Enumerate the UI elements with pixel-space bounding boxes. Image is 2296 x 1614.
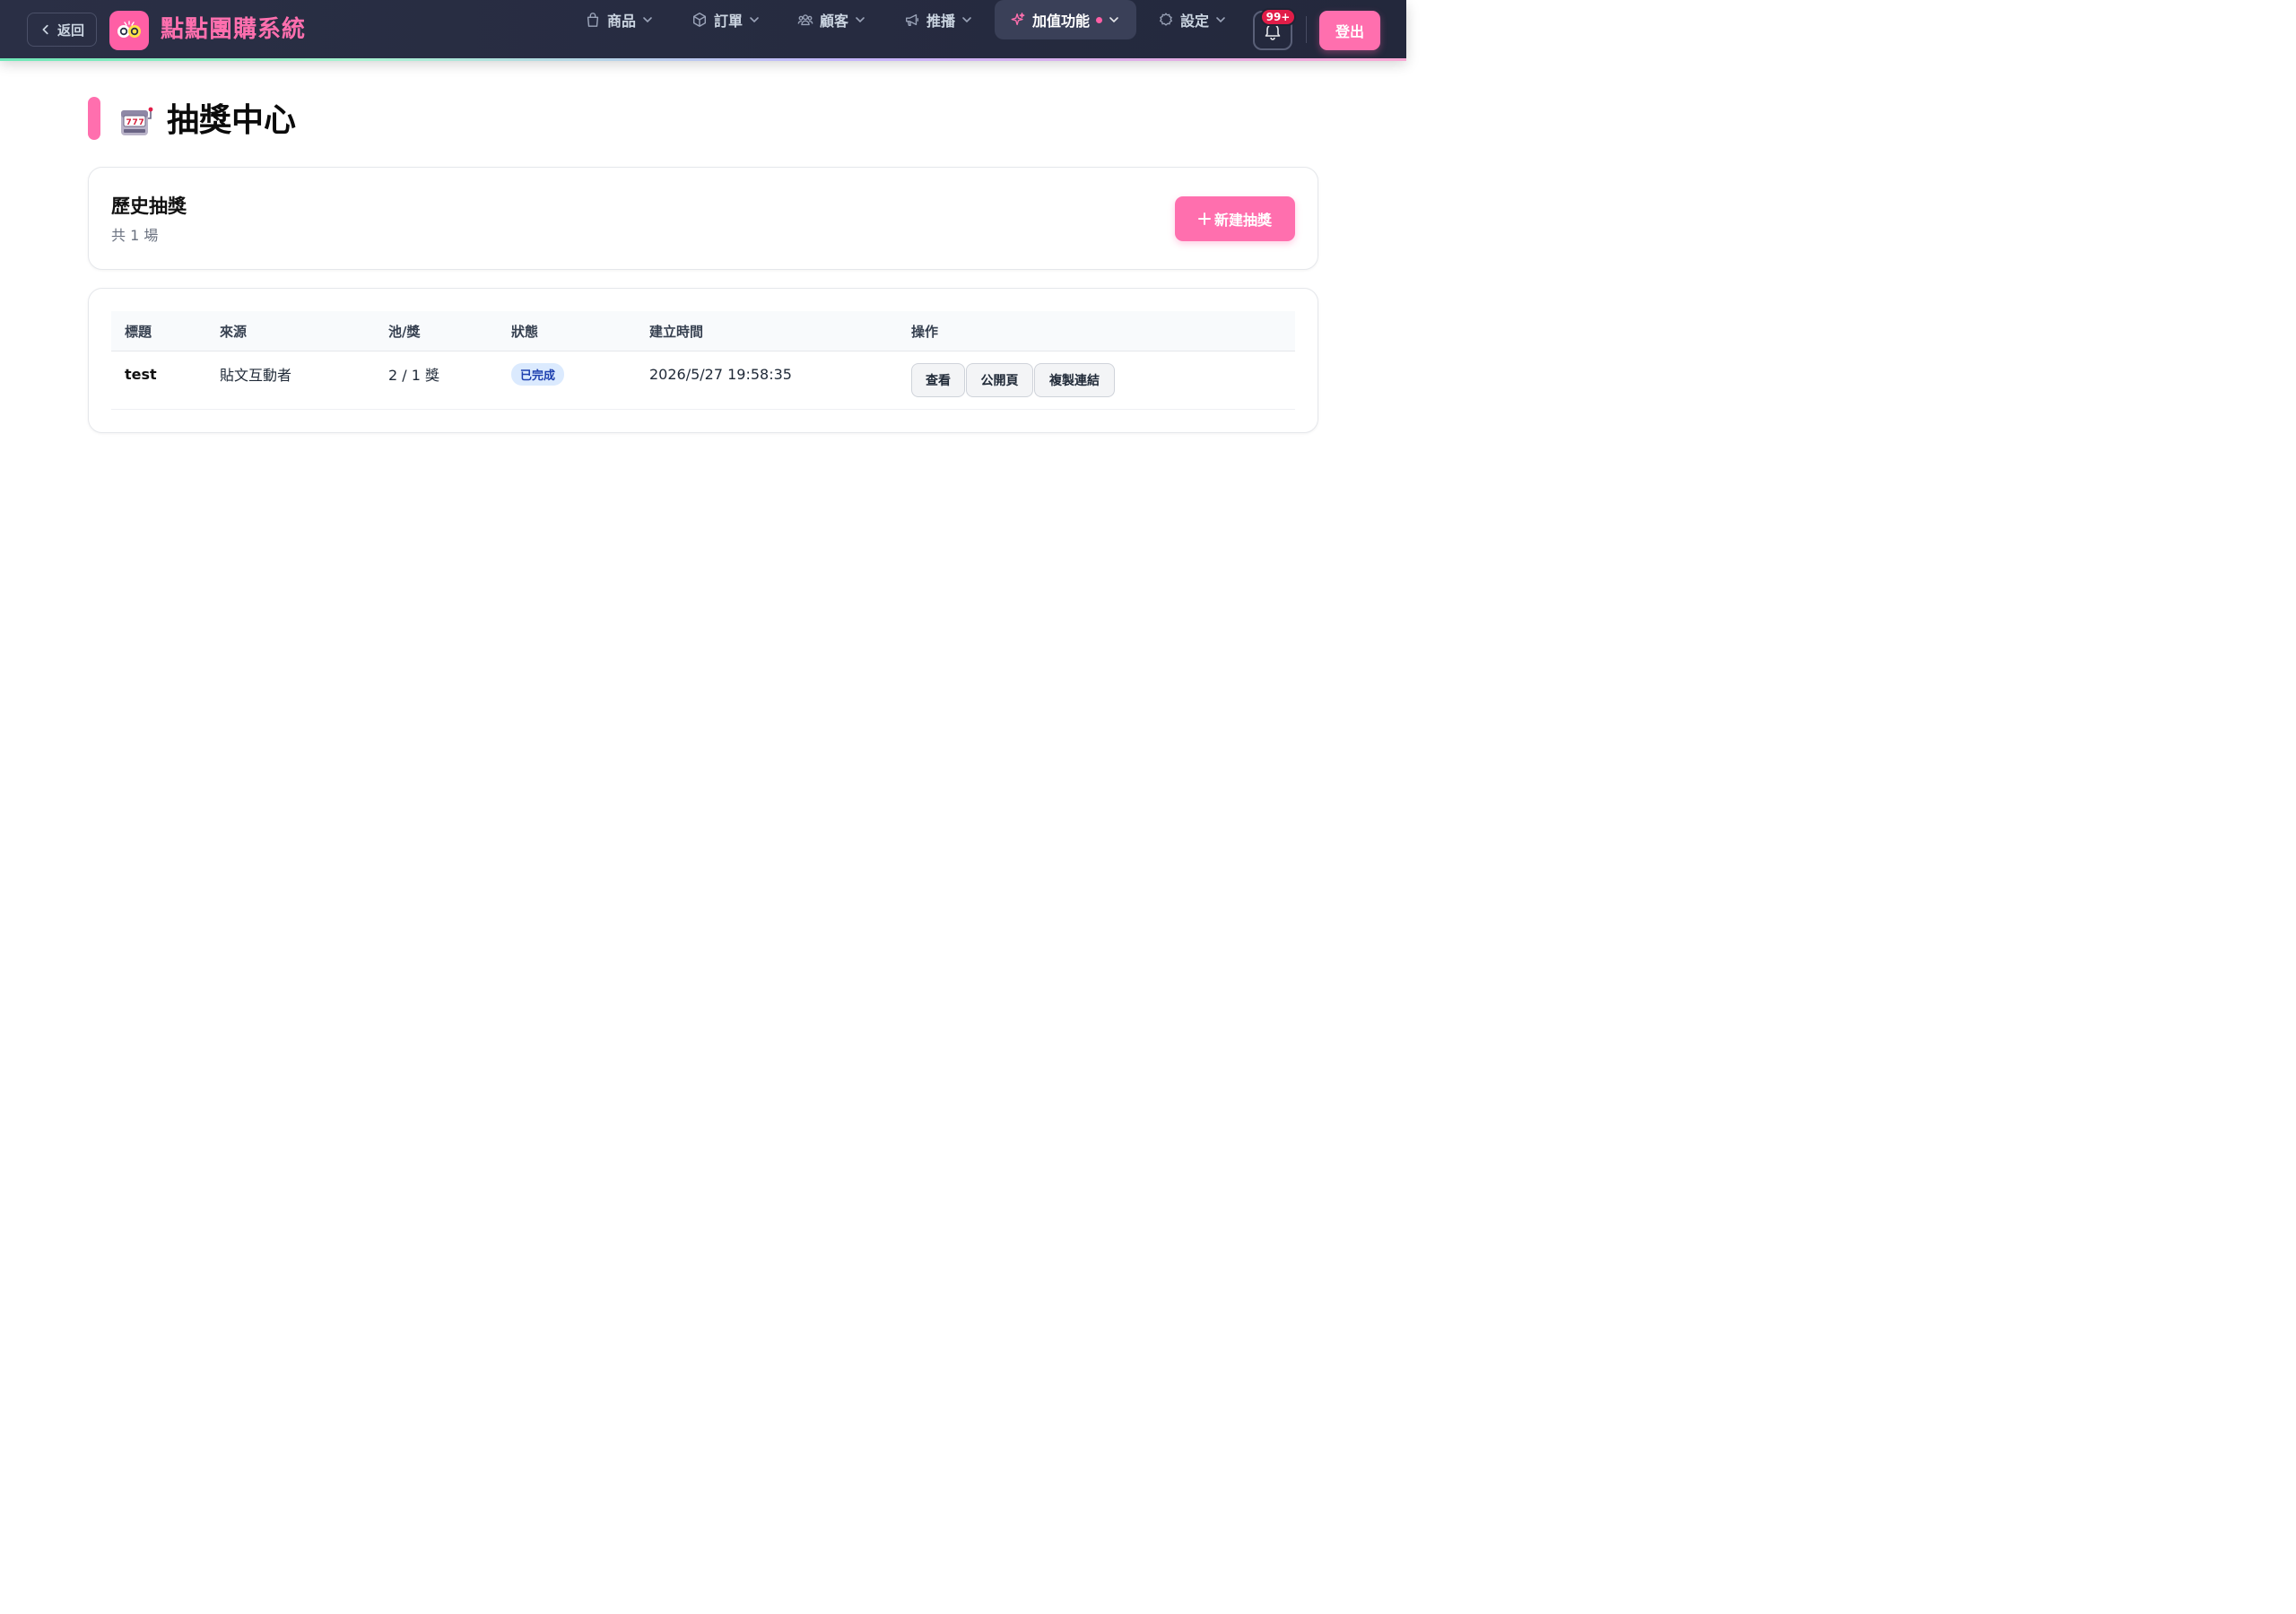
bag-icon (587, 13, 599, 27)
chevron-down-icon (1109, 17, 1118, 23)
gear-icon (1159, 13, 1173, 26)
column-header-pool-prize[interactable]: 池/獎 (388, 311, 420, 351)
column-header-created-at[interactable]: 建立時間 (649, 311, 703, 351)
nav-customers[interactable]: 顧客 (797, 0, 865, 39)
chevron-down-icon (962, 17, 971, 23)
topbar-gradient-accent (0, 58, 1406, 61)
chevron-down-icon (856, 17, 865, 23)
row-source: 貼文互動者 (220, 367, 292, 384)
nav-settings[interactable]: 設定 (1158, 0, 1226, 39)
nav-addons[interactable]: 加值功能 (995, 0, 1136, 39)
history-summary-card: 歷史抽獎 共 1 場 新建抽獎 (88, 167, 1318, 270)
plus-icon (1197, 213, 1211, 225)
new-lottery-button[interactable]: 新建抽獎 (1175, 196, 1295, 241)
copy-link-button[interactable]: 複製連結 (1034, 363, 1115, 397)
public-page-button[interactable]: 公開頁 (966, 363, 1033, 397)
row-status-cell: 已完成 (511, 362, 565, 386)
page-title: 抽獎中心 (167, 102, 297, 139)
page-title-accent-bar (88, 97, 100, 140)
nav-orders-label: 訂單 (714, 13, 744, 30)
chevron-down-icon (1216, 17, 1225, 23)
users-icon (797, 14, 813, 26)
slot-machine-icon: 7 7 7 (121, 107, 153, 135)
view-button[interactable]: 查看 (911, 363, 965, 397)
box-icon (692, 13, 707, 27)
column-header-source[interactable]: 來源 (220, 311, 247, 351)
nav-settings-label: 設定 (1180, 13, 1210, 30)
back-button-label: 返回 (57, 22, 84, 39)
chevron-down-icon (643, 17, 652, 23)
new-indicator-dot (1096, 16, 1103, 23)
logout-button[interactable]: 登出 (1319, 11, 1380, 50)
megaphone-icon (906, 13, 918, 26)
status-badge: 已完成 (511, 362, 565, 386)
section-title: 歷史抽獎 (111, 195, 187, 217)
table-header: 標題 來源 池/獎 狀態 建立時間 操作 (111, 311, 1295, 351)
nav-broadcast-label: 推播 (926, 13, 956, 30)
new-lottery-button-label: 新建抽獎 (1213, 212, 1272, 229)
notification-count-badge: 99+ (1260, 8, 1296, 26)
row-title: test (125, 365, 157, 383)
nav-orders[interactable]: 訂單 (691, 0, 760, 39)
column-header-status[interactable]: 狀態 (511, 311, 538, 351)
row-pool-prize: 2 / 1 獎 (388, 367, 440, 384)
nav-divider (1306, 16, 1307, 43)
brand-name[interactable]: 點點團購系統 (161, 13, 306, 47)
svg-text:7: 7 (126, 118, 132, 127)
nav-products[interactable]: 商品 (585, 0, 653, 39)
svg-text:7: 7 (139, 118, 144, 127)
chevron-down-icon (750, 17, 759, 23)
lottery-table-card: 標題 來源 池/獎 狀態 建立時間 操作 test 貼文互動者 2 / 1 獎 … (88, 288, 1318, 433)
column-header-title[interactable]: 標題 (125, 311, 152, 351)
chevron-left-icon (42, 24, 48, 35)
table-row: test 貼文互動者 2 / 1 獎 已完成 2026/5/27 19:58:3… (111, 351, 1295, 410)
column-header-actions: 操作 (911, 323, 939, 340)
nav-products-label: 商品 (607, 13, 637, 30)
sparkles-icon (1011, 13, 1025, 26)
row-created-at: 2026/5/27 19:58:35 (649, 365, 792, 383)
logo-eyes-icon (117, 21, 141, 38)
back-button[interactable]: 返回 (27, 13, 97, 47)
nav-addons-label: 加值功能 (1032, 13, 1091, 30)
lottery-count: 共 1 場 (111, 227, 159, 244)
nav-broadcast[interactable]: 推播 (904, 0, 972, 39)
top-navigation-bar: 返回 點點團購系統 商品 訂單 顧客 推播 加值功能 設定 99+ 登出 (0, 0, 1406, 58)
nav-customers-label: 顧客 (820, 13, 849, 30)
brand-logo[interactable] (109, 11, 149, 50)
svg-text:7: 7 (133, 118, 138, 127)
